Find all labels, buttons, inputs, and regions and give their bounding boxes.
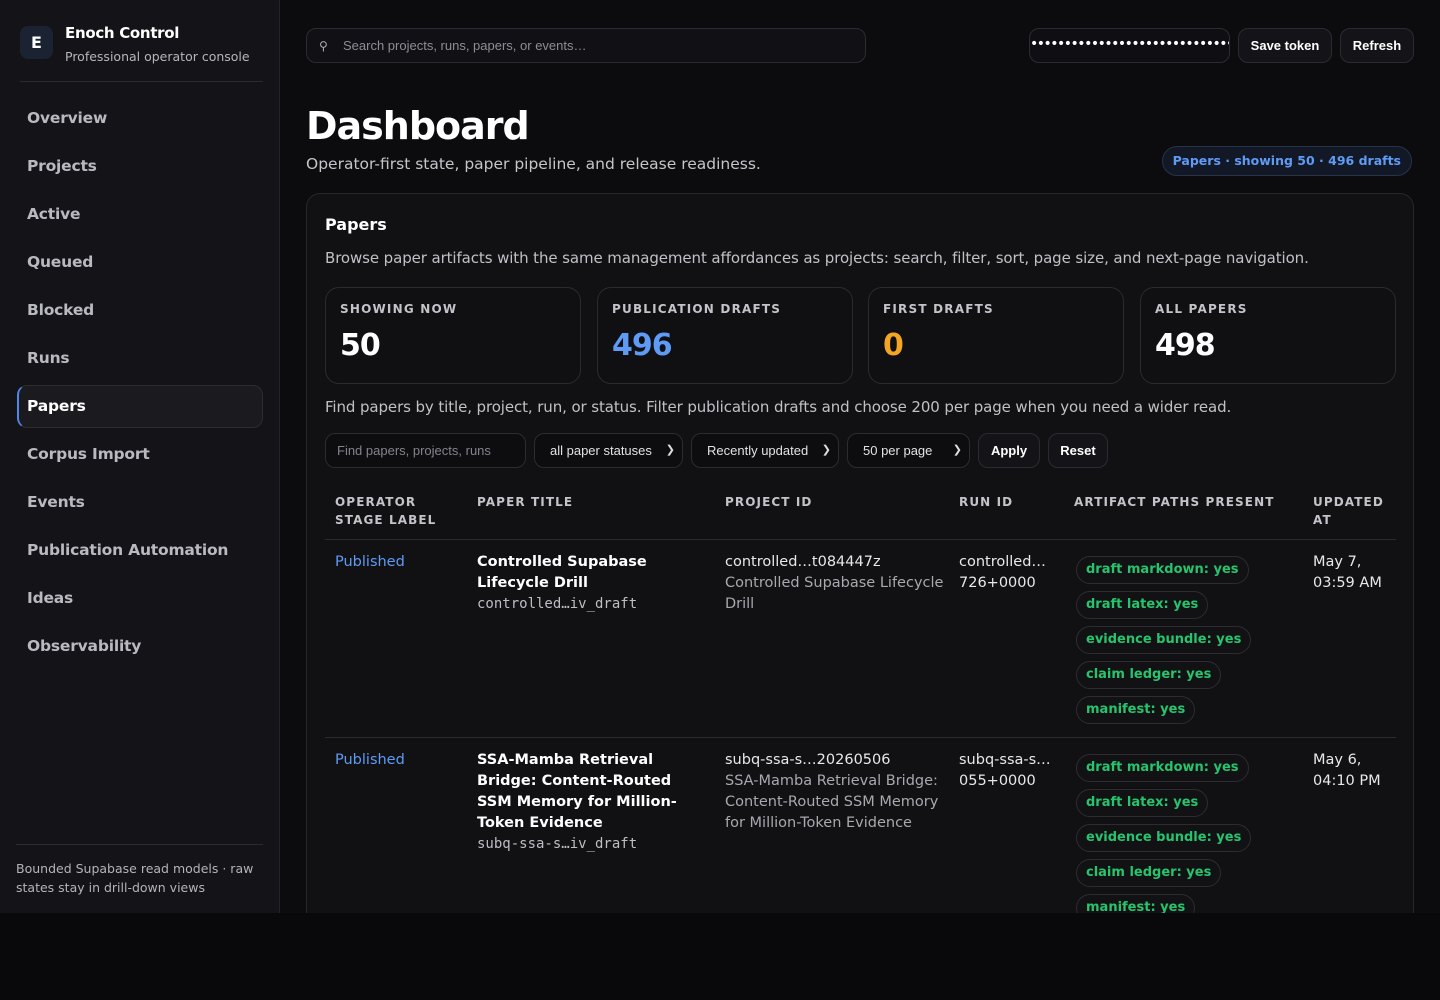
brand: E Enoch Control Professional operator co… bbox=[20, 24, 263, 82]
stat-card-first-drafts: FIRST DRAFTS 0 bbox=[868, 287, 1124, 384]
status-select[interactable]: all paper statuses ❯ bbox=[534, 433, 683, 468]
sidebar-item-corpus-import[interactable]: Corpus Import bbox=[17, 433, 263, 476]
column-header[interactable]: RUN ID bbox=[959, 493, 1013, 511]
paper-id: subq-ssa-s…iv_draft bbox=[477, 836, 638, 852]
updated-at: May 6, 04:10 PM bbox=[1313, 752, 1381, 789]
stat-card-all-papers: ALL PAPERS 498 bbox=[1140, 287, 1396, 384]
sidebar-item-events[interactable]: Events bbox=[17, 481, 263, 524]
save-token-button[interactable]: Save token bbox=[1238, 28, 1332, 63]
sidebar-item-active[interactable]: Active bbox=[17, 193, 263, 236]
paper-title-cell: SSA-Mamba Retrieval Bridge: Content-Rout… bbox=[477, 750, 707, 855]
panel-title: Papers bbox=[325, 215, 387, 234]
artifact-tag: draft latex: yes bbox=[1076, 591, 1209, 619]
project-name: Controlled Supabase Lifecycle Drill bbox=[725, 575, 944, 612]
table-row[interactable]: Published SSA-Mamba Retrieval Bridge: Co… bbox=[325, 738, 1396, 913]
run-id: controlled… 726+0000 bbox=[959, 554, 1046, 591]
stat-label: SHOWING NOW bbox=[340, 302, 458, 316]
status-select-value: all paper statuses bbox=[550, 443, 652, 458]
stage-link[interactable]: Published bbox=[335, 552, 405, 573]
artifact-tag: evidence bundle: yes bbox=[1076, 824, 1252, 852]
sidebar-item-queued[interactable]: Queued bbox=[17, 241, 263, 284]
page-subtitle: Operator-first state, paper pipeline, an… bbox=[306, 155, 761, 173]
sidebar-item-blocked[interactable]: Blocked bbox=[17, 289, 263, 332]
sidebar-item-ideas[interactable]: Ideas bbox=[17, 577, 263, 620]
sidebar-item-observability[interactable]: Observability bbox=[17, 625, 263, 668]
artifact-tag: claim ledger: yes bbox=[1076, 859, 1222, 887]
artifact-tags: draft markdown: yes draft latex: yes evi… bbox=[1076, 556, 1296, 731]
stat-value: 0 bbox=[883, 328, 904, 363]
sidebar-item-papers[interactable]: Papers bbox=[17, 385, 263, 428]
project-name: SSA-Mamba Retrieval Bridge: Content-Rout… bbox=[725, 773, 939, 831]
paper-id: controlled…iv_draft bbox=[477, 596, 638, 612]
stat-label: FIRST DRAFTS bbox=[883, 302, 994, 316]
sidebar-item-publication-automation[interactable]: Publication Automation bbox=[17, 529, 263, 572]
refresh-button[interactable]: Refresh bbox=[1340, 28, 1414, 63]
app-window: E Enoch Control Professional operator co… bbox=[0, 0, 1440, 913]
paper-title[interactable]: SSA-Mamba Retrieval Bridge: Content-Rout… bbox=[477, 750, 707, 834]
reset-button[interactable]: Reset bbox=[1048, 433, 1108, 468]
brand-title: Enoch Control bbox=[65, 24, 180, 42]
table-header: OPERATOR STAGE LABEL PAPER TITLE PROJECT… bbox=[325, 484, 1396, 540]
project-cell: subq-ssa-s…20260506 SSA-Mamba Retrieval … bbox=[725, 750, 945, 834]
page-size-select-value: 50 per page bbox=[863, 443, 933, 458]
token-input[interactable]: •••••••••••••••••••••••••••••••••••••••• bbox=[1029, 28, 1230, 63]
status-pill: Papers · showing 50 · 496 drafts bbox=[1161, 146, 1412, 176]
paper-title[interactable]: Controlled Supabase Lifecycle Drill bbox=[477, 552, 707, 594]
artifact-tag: evidence bundle: yes bbox=[1076, 626, 1252, 654]
stat-label: ALL PAPERS bbox=[1155, 302, 1248, 316]
search-input[interactable] bbox=[343, 29, 858, 62]
stat-value: 498 bbox=[1155, 328, 1216, 363]
stage-link[interactable]: Published bbox=[335, 750, 405, 771]
panel-hint: Find papers by title, project, run, or s… bbox=[325, 398, 1232, 416]
sidebar-footer: Bounded Supabase read models · raw state… bbox=[16, 844, 263, 897]
column-header[interactable]: PROJECT ID bbox=[725, 493, 813, 511]
artifact-tags: draft markdown: yes draft latex: yes evi… bbox=[1076, 754, 1296, 913]
sidebar-nav: Overview Projects Active Queued Blocked … bbox=[17, 97, 263, 673]
column-header[interactable]: OPERATOR STAGE LABEL bbox=[335, 493, 460, 529]
global-search[interactable]: ⚲ bbox=[306, 28, 866, 63]
column-header[interactable]: PAPER TITLE bbox=[477, 493, 573, 511]
stat-value: 496 bbox=[612, 328, 673, 363]
updated-at: May 7, 03:59 AM bbox=[1313, 554, 1382, 591]
stat-card-showing-now: SHOWING NOW 50 bbox=[325, 287, 581, 384]
artifact-tag: draft markdown: yes bbox=[1076, 556, 1249, 584]
sidebar: E Enoch Control Professional operator co… bbox=[0, 0, 280, 913]
run-id: subq-ssa-s… 055+0000 bbox=[959, 752, 1051, 789]
artifact-tag: draft latex: yes bbox=[1076, 789, 1209, 817]
apply-button[interactable]: Apply bbox=[978, 433, 1040, 468]
chevron-down-icon: ❯ bbox=[665, 444, 675, 456]
page-size-select[interactable]: 50 per page ❯ bbox=[847, 433, 970, 468]
empty-area bbox=[0, 913, 1440, 1000]
sidebar-item-projects[interactable]: Projects bbox=[17, 145, 263, 188]
stat-card-publication-drafts: PUBLICATION DRAFTS 496 bbox=[597, 287, 853, 384]
paper-search-input[interactable]: Find papers, projects, runs bbox=[325, 433, 526, 468]
stat-label: PUBLICATION DRAFTS bbox=[612, 302, 782, 316]
artifact-tag: manifest: yes bbox=[1076, 894, 1196, 913]
sidebar-item-runs[interactable]: Runs bbox=[17, 337, 263, 380]
column-header[interactable]: UPDATED AT bbox=[1313, 493, 1385, 529]
search-icon: ⚲ bbox=[319, 39, 328, 53]
column-header[interactable]: ARTIFACT PATHS PRESENT bbox=[1074, 493, 1275, 511]
panel-description: Browse paper artifacts with the same man… bbox=[325, 249, 1309, 267]
project-id: controlled…t084447z bbox=[725, 554, 881, 570]
paper-title-cell: Controlled Supabase Lifecycle Drill cont… bbox=[477, 552, 707, 615]
page-title: Dashboard bbox=[306, 104, 530, 148]
sort-select-value: Recently updated bbox=[707, 443, 809, 458]
brand-logo: E bbox=[20, 26, 53, 59]
papers-panel: Papers Browse paper artifacts with the s… bbox=[306, 193, 1414, 913]
stat-value: 50 bbox=[340, 328, 381, 363]
project-cell: controlled…t084447z Controlled Supabase … bbox=[725, 552, 945, 615]
sort-select[interactable]: Recently updated ❯ bbox=[691, 433, 839, 468]
artifact-tag: manifest: yes bbox=[1076, 696, 1196, 724]
sidebar-item-overview[interactable]: Overview bbox=[17, 97, 263, 140]
brand-subtitle: Professional operator console bbox=[65, 49, 250, 64]
chevron-down-icon: ❯ bbox=[952, 444, 962, 456]
table-row[interactable]: Published Controlled Supabase Lifecycle … bbox=[325, 540, 1396, 738]
chevron-down-icon: ❯ bbox=[821, 444, 831, 456]
project-id: subq-ssa-s…20260506 bbox=[725, 752, 891, 768]
artifact-tag: draft markdown: yes bbox=[1076, 754, 1249, 782]
artifact-tag: claim ledger: yes bbox=[1076, 661, 1222, 689]
